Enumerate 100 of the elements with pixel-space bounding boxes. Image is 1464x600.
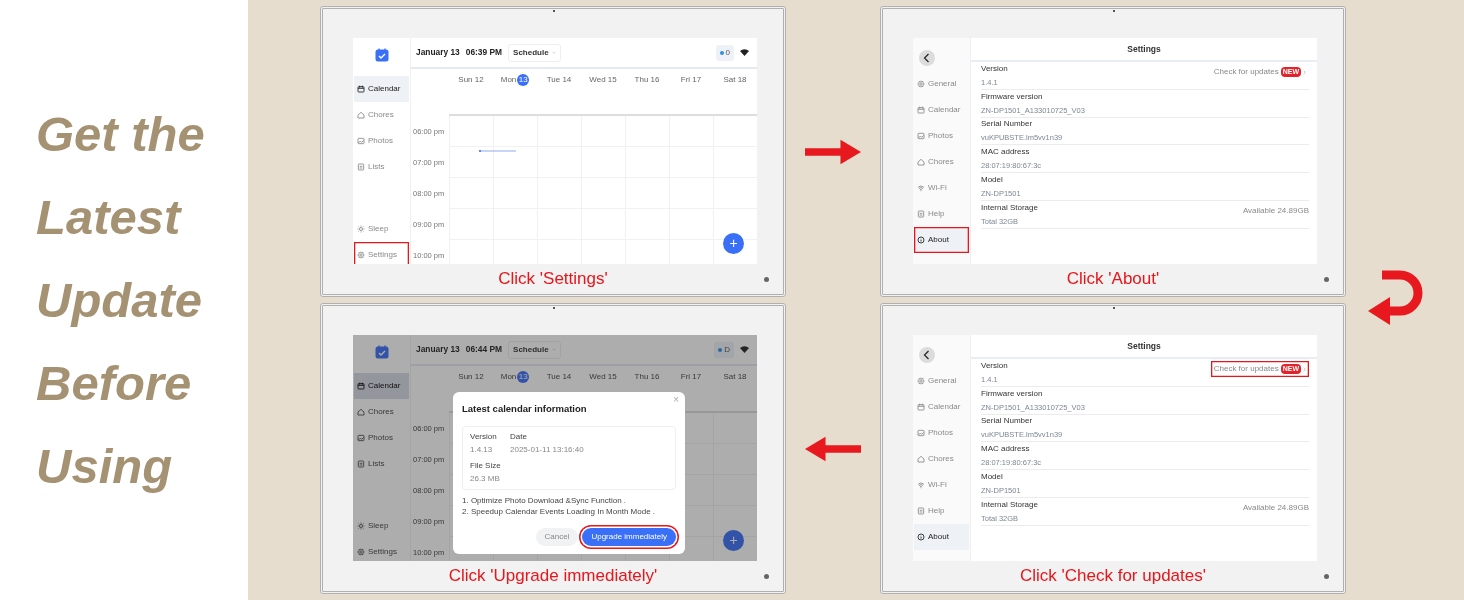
settings-icon — [357, 548, 365, 556]
day-header: Sun 12 — [457, 74, 485, 86]
day-header: Sun 12 — [457, 371, 485, 383]
document-icon — [917, 507, 925, 515]
today-marker: 13 — [517, 371, 530, 383]
sidebar-item[interactable]: Chores — [914, 446, 969, 472]
sidebar-item[interactable]: Chores — [914, 149, 969, 175]
setting-label: Internal Storage — [981, 498, 1038, 511]
day-header: Thu 16 — [633, 74, 661, 86]
sidebar-item[interactable]: Help — [914, 201, 969, 227]
chevron-icon — [1303, 69, 1306, 75]
calendar-app-icon — [374, 48, 389, 62]
house-icon — [357, 408, 365, 416]
sidebar-item[interactable]: Calendar — [354, 373, 409, 399]
calendar-cell — [493, 116, 537, 147]
time-text: 06:44 PM — [465, 343, 503, 356]
setting-label: Firmware version — [981, 90, 1044, 103]
dialog-title: Latest calendar information — [462, 402, 588, 416]
release-note: 1. Optimize Photo Download &Sync Function . — [462, 496, 628, 508]
setting-label: MAC address — [981, 146, 1031, 159]
sidebar-item[interactable]: Chores — [354, 102, 409, 128]
storage-available: Available 24.89GB — [1242, 205, 1309, 217]
sidebar-item[interactable]: Wi-Fi — [914, 175, 969, 201]
calendar-cell — [625, 116, 669, 147]
field-label: File Size — [470, 460, 502, 473]
sidebar-item[interactable]: General — [914, 368, 969, 394]
sidebar-item[interactable]: About — [914, 524, 969, 550]
document-icon — [917, 210, 925, 218]
setting-label: Version — [981, 62, 1008, 75]
info-icon — [917, 533, 925, 541]
sidebar-item[interactable]: Photos — [354, 128, 409, 154]
day-header: Wed 15 — [588, 371, 618, 383]
image-icon — [917, 132, 925, 140]
field-value: 1.4.13 — [470, 444, 494, 457]
sidebar-item[interactable]: Settings — [354, 539, 409, 561]
day-header: Sat 18 — [722, 371, 748, 383]
sidebar-item[interactable]: Help — [914, 498, 969, 524]
info-icon — [917, 236, 925, 244]
arrow — [803, 434, 863, 463]
day-header: Thu 16 — [633, 371, 661, 383]
sensor-dot — [1324, 574, 1329, 579]
sun-icon — [357, 522, 365, 530]
close-button[interactable]: × — [673, 395, 679, 405]
field-value: 26.3 MB — [470, 473, 501, 486]
status-badge: D — [714, 341, 734, 358]
page-title: Settings — [971, 335, 1317, 359]
add-button[interactable]: + — [723, 530, 744, 551]
sidebar-item[interactable]: Sleep — [354, 216, 409, 242]
image-icon — [357, 137, 365, 145]
settings-icon — [917, 80, 925, 88]
calendar-cell — [713, 116, 757, 147]
page-title: Settings — [971, 38, 1317, 62]
sidebar-item[interactable]: Wi-Fi — [914, 472, 969, 498]
time-text: 06:39 PM — [465, 46, 503, 59]
sidebar-item[interactable]: Photos — [354, 425, 409, 451]
field-label: Version — [470, 431, 498, 444]
sidebar-item[interactable]: Photos — [914, 123, 969, 149]
setting-label: Serial Number — [981, 118, 1034, 131]
calendar-cell — [669, 116, 713, 147]
storage-available: Available 24.89GB — [1242, 502, 1309, 514]
add-button[interactable]: + — [723, 233, 744, 254]
field-value: 2025-01-11 13:16:40 — [510, 444, 585, 457]
document-icon — [357, 460, 365, 468]
calendar-app-icon — [374, 345, 389, 359]
sidebar-item[interactable]: Sleep — [354, 513, 409, 539]
calendar-icon — [357, 382, 365, 390]
sensor-dot — [764, 277, 769, 282]
view-dropdown[interactable]: Schedule — [508, 43, 561, 62]
sidebar-item[interactable]: Chores — [354, 399, 409, 425]
wifi-icon — [740, 49, 749, 56]
house-icon — [357, 111, 365, 119]
sidebar-item[interactable]: Settings — [354, 242, 409, 264]
setting-label: Model — [981, 470, 1004, 483]
view-dropdown[interactable]: Schedule — [508, 340, 561, 359]
sidebar-item[interactable]: About — [914, 227, 969, 253]
setting-label: Serial Number — [981, 415, 1034, 428]
step-caption: Click 'Settings' — [498, 269, 608, 289]
house-icon — [917, 158, 925, 166]
calendar-icon — [357, 85, 365, 93]
today-marker: 13 — [517, 74, 530, 86]
sidebar-item[interactable]: General — [914, 71, 969, 97]
chevron-icon — [1303, 366, 1306, 372]
day-header: Fri 17 — [679, 74, 703, 86]
sidebar-item[interactable]: Photos — [914, 420, 969, 446]
headline-text: Using — [36, 437, 173, 495]
day-header: Mon 13 — [499, 371, 531, 383]
upgrade-button[interactable]: Upgrade immediately — [582, 528, 676, 546]
house-icon — [917, 455, 925, 463]
setting-label: Model — [981, 173, 1004, 186]
sidebar-item[interactable]: Calendar — [914, 394, 969, 420]
sidebar-item[interactable]: Lists — [354, 154, 409, 180]
field-label: Date — [510, 431, 528, 444]
sidebar-item[interactable]: Calendar — [914, 97, 969, 123]
sidebar-item[interactable]: Calendar — [354, 76, 409, 102]
release-note: 2. Speedup Calendar Events Loading In Month Mode . — [462, 507, 657, 518]
cancel-button[interactable]: Cancel — [535, 528, 579, 546]
sidebar-item[interactable]: Lists — [354, 451, 409, 477]
date-text: January 13 — [416, 46, 460, 59]
sensor-dot — [1324, 277, 1329, 282]
calendar-cell — [537, 116, 581, 147]
